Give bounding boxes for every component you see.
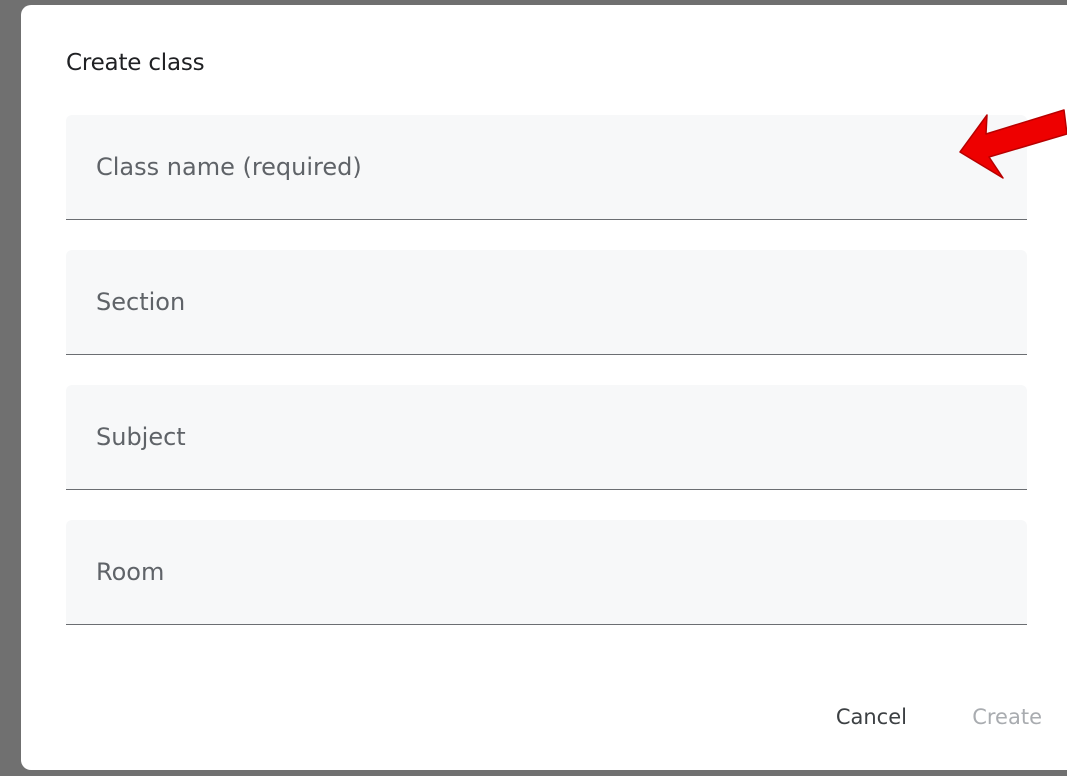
section-input[interactable] bbox=[66, 250, 1027, 354]
subject-input[interactable] bbox=[66, 385, 1027, 489]
class-name-input[interactable] bbox=[66, 115, 1027, 219]
section-field[interactable] bbox=[66, 250, 1027, 355]
create-class-dialog: Create class Cancel Create bbox=[21, 5, 1067, 770]
class-name-field[interactable] bbox=[66, 115, 1027, 220]
red-arrow-icon bbox=[959, 109, 1067, 179]
create-button[interactable]: Create bbox=[972, 705, 1042, 729]
cancel-button[interactable]: Cancel bbox=[836, 705, 907, 729]
room-field[interactable] bbox=[66, 520, 1027, 625]
subject-field[interactable] bbox=[66, 385, 1027, 490]
dialog-title: Create class bbox=[66, 50, 205, 76]
room-input[interactable] bbox=[66, 520, 1027, 624]
